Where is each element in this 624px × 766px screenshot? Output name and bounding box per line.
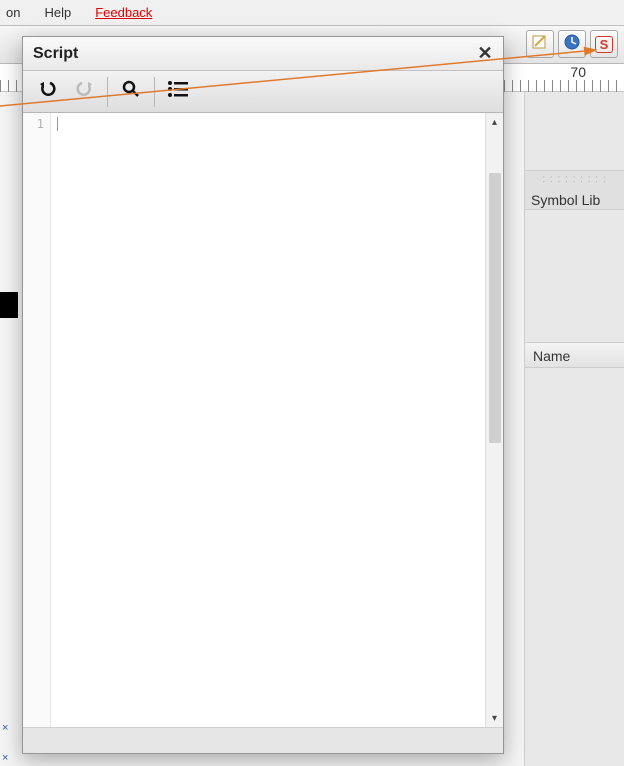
clock-icon bbox=[563, 33, 581, 56]
menu-bar: on Help Feedback bbox=[0, 0, 624, 26]
clock-button[interactable] bbox=[558, 30, 586, 58]
toolbar-divider-2 bbox=[154, 77, 155, 107]
redo-icon bbox=[73, 78, 95, 106]
script-button[interactable]: S bbox=[590, 30, 618, 58]
script-editor[interactable] bbox=[51, 113, 485, 727]
left-marker-2: × bbox=[2, 752, 12, 762]
line-number-1: 1 bbox=[23, 117, 44, 131]
line-number-gutter: 1 bbox=[23, 113, 51, 727]
menu-item-help[interactable]: Help bbox=[44, 5, 71, 20]
scrollbar-thumb[interactable] bbox=[489, 173, 501, 443]
symbol-library-title: Symbol Lib bbox=[531, 192, 624, 208]
script-icon: S bbox=[595, 36, 614, 53]
ruler-mark-70: 70 bbox=[570, 64, 586, 80]
close-button[interactable]: ✕ bbox=[473, 41, 497, 65]
dialog-toolbar bbox=[23, 71, 503, 113]
chevron-up-icon: ▴ bbox=[492, 117, 497, 128]
dialog-footer bbox=[23, 727, 503, 753]
undo-button[interactable] bbox=[31, 77, 65, 107]
editor-area: 1 ▴ ▾ bbox=[23, 113, 503, 727]
undo-icon bbox=[37, 78, 59, 106]
scroll-down-button[interactable]: ▾ bbox=[486, 709, 503, 727]
redo-button[interactable] bbox=[67, 77, 101, 107]
panel-grip-dots[interactable]: : : : : : : : : : bbox=[525, 174, 624, 180]
search-icon bbox=[121, 79, 141, 105]
left-marker-1: × bbox=[2, 722, 12, 732]
close-icon: ✕ bbox=[477, 43, 492, 64]
vertical-scrollbar[interactable]: ▴ ▾ bbox=[485, 113, 503, 727]
list-icon bbox=[167, 80, 189, 104]
toolbar-divider-1 bbox=[107, 77, 108, 107]
right-side-panel: : : : : : : : : : Symbol Lib Name bbox=[524, 92, 624, 766]
left-black-marker bbox=[0, 292, 18, 318]
name-column-header[interactable]: Name bbox=[525, 342, 624, 368]
search-button[interactable] bbox=[114, 77, 148, 107]
menu-item-feedback[interactable]: Feedback bbox=[95, 5, 152, 20]
list-button[interactable] bbox=[161, 77, 195, 107]
edit-button[interactable] bbox=[526, 30, 554, 58]
script-dialog: Script ✕ bbox=[22, 36, 504, 754]
scroll-up-button[interactable]: ▴ bbox=[486, 113, 503, 131]
menu-item-partial[interactable]: on bbox=[6, 5, 20, 20]
dialog-title-text: Script bbox=[33, 45, 78, 63]
editor-caret bbox=[57, 117, 58, 131]
dialog-title-bar[interactable]: Script ✕ bbox=[23, 37, 503, 71]
chevron-down-icon: ▾ bbox=[492, 713, 497, 724]
edit-icon bbox=[531, 33, 549, 56]
